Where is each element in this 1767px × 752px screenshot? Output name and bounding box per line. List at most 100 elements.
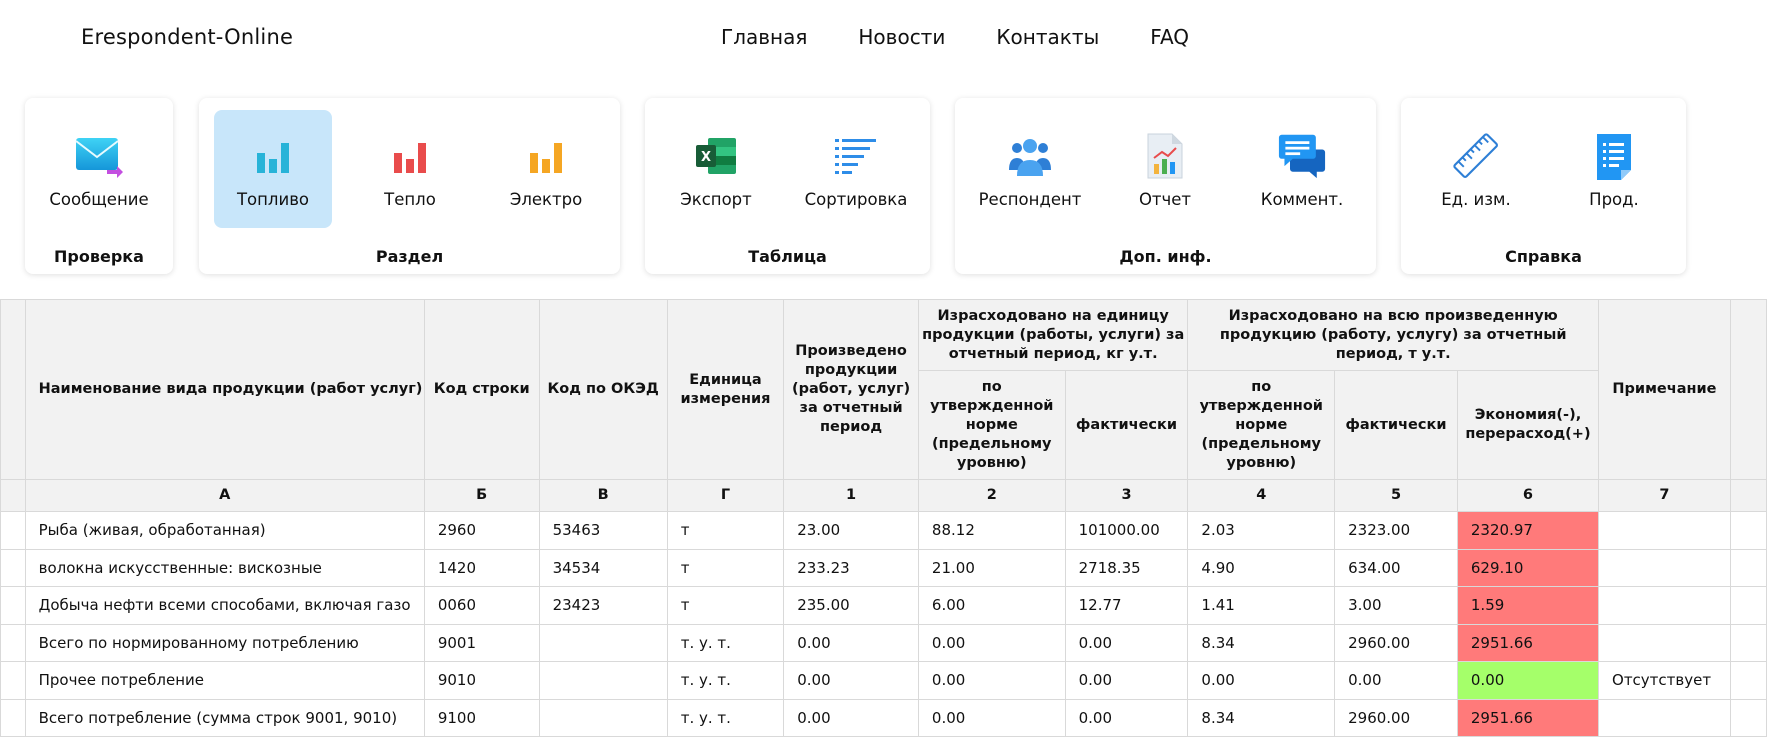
cell-produced[interactable]: 0.00 xyxy=(783,661,919,700)
sort-button[interactable]: Сортировка xyxy=(793,110,919,228)
table-row[interactable]: Всего по нормированному потреблению 9001… xyxy=(0,623,1767,662)
cell-per-unit-norm[interactable]: 21.00 xyxy=(917,548,1066,587)
cell-per-unit-actual[interactable]: 12.77 xyxy=(1064,586,1189,625)
products-button[interactable]: Прод. xyxy=(1553,110,1675,228)
cell-note[interactable] xyxy=(1598,548,1731,587)
cell-total-norm[interactable]: 8.34 xyxy=(1187,623,1336,662)
cell-unit[interactable]: т. у. т. xyxy=(666,698,785,737)
cell-code[interactable]: 1420 xyxy=(423,548,540,587)
cell-total-actual[interactable]: 634.00 xyxy=(1334,548,1458,587)
cell-produced[interactable]: 23.00 xyxy=(783,511,919,550)
row-selector[interactable] xyxy=(0,586,26,625)
header-economy[interactable]: Экономия(-), перерасход(+) xyxy=(1456,370,1600,480)
table-row[interactable]: Добыча нефти всеми способами, включая га… xyxy=(0,586,1767,625)
cell-economy[interactable]: 2951.66 xyxy=(1456,698,1600,737)
table-row[interactable]: Всего потребление (сумма строк 9001, 901… xyxy=(0,698,1767,737)
cell-unit[interactable]: т xyxy=(666,511,785,550)
header-okved[interactable]: Код по ОКЭД xyxy=(538,299,668,480)
cell-note[interactable] xyxy=(1598,511,1731,550)
nav-home-link[interactable]: Главная xyxy=(721,25,807,49)
electro-button[interactable]: Электро xyxy=(487,110,605,228)
cell-code[interactable]: 0060 xyxy=(423,586,540,625)
cell-economy[interactable]: 1.59 xyxy=(1456,586,1600,625)
cell-code[interactable]: 9010 xyxy=(423,661,540,700)
cell-code[interactable]: 9001 xyxy=(423,623,540,662)
table-row[interactable]: Прочее потребление 9010 т. у. т. 0.00 0.… xyxy=(0,661,1767,700)
cell-produced[interactable]: 235.00 xyxy=(783,586,919,625)
cell-total-norm[interactable]: 1.41 xyxy=(1187,586,1336,625)
export-button[interactable]: X Экспорт xyxy=(655,110,777,228)
comment-button[interactable]: Коммент. xyxy=(1241,110,1363,228)
header-unit[interactable]: Единица измерения xyxy=(666,299,785,480)
cell-total-actual[interactable]: 2960.00 xyxy=(1334,698,1458,737)
cell-produced[interactable]: 233.23 xyxy=(783,548,919,587)
cell-per-unit-norm[interactable]: 0.00 xyxy=(917,623,1066,662)
cell-unit[interactable]: т xyxy=(666,548,785,587)
cell-per-unit-norm[interactable]: 0.00 xyxy=(917,661,1066,700)
header-note[interactable]: Примечание xyxy=(1598,299,1731,480)
cell-produced[interactable]: 0.00 xyxy=(783,623,919,662)
header-row-code[interactable]: Код строки xyxy=(423,299,540,480)
header-total-actual[interactable]: фактически xyxy=(1334,370,1458,480)
heat-button[interactable]: Тепло xyxy=(351,110,469,228)
cell-produced[interactable]: 0.00 xyxy=(783,698,919,737)
row-selector[interactable] xyxy=(0,698,26,737)
row-selector[interactable] xyxy=(0,623,26,662)
cell-per-unit-actual[interactable]: 2718.35 xyxy=(1064,548,1189,587)
cell-per-unit-actual[interactable]: 0.00 xyxy=(1064,698,1189,737)
report-button[interactable]: Отчет xyxy=(1110,110,1220,228)
cell-total-norm[interactable]: 8.34 xyxy=(1187,698,1336,737)
cell-total-actual[interactable]: 2323.00 xyxy=(1334,511,1458,550)
cell-unit[interactable]: т xyxy=(666,586,785,625)
row-selector[interactable] xyxy=(0,548,26,587)
cell-per-unit-norm[interactable]: 88.12 xyxy=(917,511,1066,550)
cell-name[interactable]: Всего по нормированному потреблению xyxy=(24,623,425,662)
row-selector[interactable] xyxy=(0,511,26,550)
cell-per-unit-actual[interactable]: 0.00 xyxy=(1064,623,1189,662)
row-selector[interactable] xyxy=(0,661,26,700)
cell-name[interactable]: Прочее потребление xyxy=(24,661,425,700)
table-row[interactable]: Рыба (живая, обработанная) 2960 53463 т … xyxy=(0,511,1767,550)
nav-contacts-link[interactable]: Контакты xyxy=(996,25,1099,49)
cell-total-norm[interactable]: 4.90 xyxy=(1187,548,1336,587)
cell-name[interactable]: волокна искусственные: вискозные xyxy=(24,548,425,587)
cell-okved[interactable] xyxy=(538,623,668,662)
cell-economy[interactable]: 629.10 xyxy=(1456,548,1600,587)
cell-note[interactable] xyxy=(1598,623,1731,662)
cell-name[interactable]: Добыча нефти всеми способами, включая га… xyxy=(24,586,425,625)
header-produced[interactable]: Произведено продукции (работ, услуг) за … xyxy=(783,299,919,480)
cell-okved[interactable] xyxy=(538,698,668,737)
cell-unit[interactable]: т. у. т. xyxy=(666,661,785,700)
units-button[interactable]: Ед. изм. xyxy=(1413,110,1539,228)
cell-economy[interactable]: 2951.66 xyxy=(1456,623,1600,662)
cell-economy[interactable]: 2320.97 xyxy=(1456,511,1600,550)
cell-economy[interactable]: 0.00 xyxy=(1456,661,1600,700)
respondent-button[interactable]: Респондент xyxy=(967,110,1093,228)
cell-per-unit-norm[interactable]: 6.00 xyxy=(917,586,1066,625)
header-per-unit-actual[interactable]: фактически xyxy=(1064,370,1189,480)
cell-code[interactable]: 2960 xyxy=(423,511,540,550)
cell-total-actual[interactable]: 3.00 xyxy=(1334,586,1458,625)
header-product-name[interactable]: Наименование вида продукции (работ услуг… xyxy=(24,299,425,480)
cell-total-actual[interactable]: 2960.00 xyxy=(1334,623,1458,662)
cell-unit[interactable]: т. у. т. xyxy=(666,623,785,662)
cell-per-unit-actual[interactable]: 101000.00 xyxy=(1064,511,1189,550)
cell-note[interactable] xyxy=(1598,586,1731,625)
cell-total-actual[interactable]: 0.00 xyxy=(1334,661,1458,700)
fuel-button[interactable]: Топливо xyxy=(214,110,332,228)
message-button[interactable]: Сообщение xyxy=(37,110,161,228)
cell-name[interactable]: Рыба (живая, обработанная) xyxy=(24,511,425,550)
table-row[interactable]: волокна искусственные: вискозные 1420 34… xyxy=(0,548,1767,587)
cell-note[interactable] xyxy=(1598,698,1731,737)
cell-okved[interactable]: 34534 xyxy=(538,548,668,587)
brand-logo-text[interactable]: Erespondent-Online xyxy=(81,25,293,49)
nav-faq-link[interactable]: FAQ xyxy=(1150,25,1189,49)
cell-okved[interactable]: 53463 xyxy=(538,511,668,550)
cell-total-norm[interactable]: 0.00 xyxy=(1187,661,1336,700)
cell-okved[interactable] xyxy=(538,661,668,700)
header-total-norm[interactable]: по утвержденной норме (предельному уровн… xyxy=(1187,370,1336,480)
cell-per-unit-norm[interactable]: 0.00 xyxy=(917,698,1066,737)
cell-code[interactable]: 9100 xyxy=(423,698,540,737)
header-per-unit-norm[interactable]: по утвержденной норме (предельному уровн… xyxy=(917,370,1066,480)
cell-name[interactable]: Всего потребление (сумма строк 9001, 901… xyxy=(24,698,425,737)
